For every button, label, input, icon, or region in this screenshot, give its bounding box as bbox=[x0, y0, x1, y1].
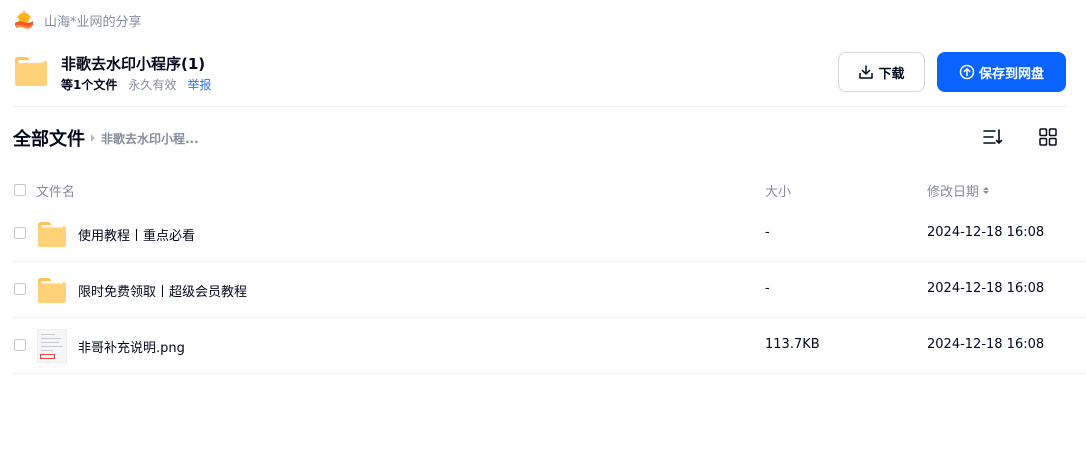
column-name: 文件名 bbox=[36, 185, 76, 200]
download-icon bbox=[859, 65, 874, 79]
chevron-right-icon bbox=[91, 134, 95, 142]
download-label: 下载 bbox=[878, 66, 905, 82]
table-row[interactable]: 限时免费领取丨超级会员教程 - 2024-12-18 16:08 bbox=[13, 262, 1086, 318]
column-date[interactable]: 修改日期 bbox=[927, 181, 990, 200]
sunset-avatar-icon bbox=[13, 9, 35, 31]
file-name[interactable]: 使用教程丨重点必看 bbox=[78, 225, 195, 244]
folder-icon bbox=[37, 219, 67, 249]
file-name[interactable]: 非哥补充说明.png bbox=[78, 337, 185, 356]
row-checkbox[interactable] bbox=[14, 227, 26, 239]
folder-icon bbox=[37, 275, 67, 305]
share-title: 非歌去水印小程序(1) bbox=[61, 55, 206, 73]
grid-view-icon[interactable] bbox=[1038, 127, 1058, 147]
select-all-checkbox[interactable] bbox=[14, 184, 26, 196]
folder-icon bbox=[13, 53, 49, 89]
image-thumbnail-icon bbox=[37, 329, 67, 363]
sharer-name: 山海*业网的分享 bbox=[44, 14, 142, 30]
row-checkbox[interactable] bbox=[14, 283, 26, 295]
row-checkbox[interactable] bbox=[14, 339, 26, 351]
file-date: 2024-12-18 16:08 bbox=[927, 281, 1045, 296]
sort-list-icon[interactable] bbox=[982, 127, 1004, 147]
download-button[interactable]: 下载 bbox=[838, 52, 925, 92]
column-date-label: 修改日期 bbox=[927, 185, 980, 200]
sharer-info: 山海*业网的分享 bbox=[13, 9, 142, 31]
file-date: 2024-12-18 16:08 bbox=[927, 225, 1045, 240]
divider bbox=[13, 106, 1066, 107]
expiry-text: 永久有效 bbox=[128, 78, 177, 92]
table-header: 文件名 大小 修改日期 bbox=[13, 178, 1086, 202]
file-size: - bbox=[765, 281, 770, 296]
table-row[interactable]: 使用教程丨重点必看 - 2024-12-18 16:08 bbox=[13, 206, 1086, 262]
file-size: - bbox=[765, 225, 770, 240]
cloud-upload-icon bbox=[959, 64, 975, 80]
file-count: 等1个文件 bbox=[61, 78, 118, 92]
file-size: 113.7KB bbox=[765, 337, 820, 352]
column-size: 大小 bbox=[765, 185, 792, 200]
breadcrumb: 全部文件 非歌去水印小程... bbox=[13, 126, 199, 150]
sort-arrows-icon bbox=[983, 187, 990, 194]
file-name[interactable]: 限时免费领取丨超级会员教程 bbox=[78, 281, 247, 300]
share-meta: 等1个文件 永久有效 举报 bbox=[61, 76, 211, 93]
table-row[interactable]: 非哥补充说明.png 113.7KB 2024-12-18 16:08 bbox=[13, 318, 1086, 374]
save-label: 保存到网盘 bbox=[978, 66, 1044, 82]
breadcrumb-current: 非歌去水印小程... bbox=[101, 131, 199, 146]
file-date: 2024-12-18 16:08 bbox=[927, 337, 1045, 352]
breadcrumb-root[interactable]: 全部文件 bbox=[13, 125, 85, 151]
save-to-disk-button[interactable]: 保存到网盘 bbox=[937, 52, 1066, 92]
share-header: 非歌去水印小程序(1) 等1个文件 永久有效 举报 下载 保存到网盘 bbox=[13, 52, 1066, 92]
report-link[interactable]: 举报 bbox=[187, 76, 211, 93]
